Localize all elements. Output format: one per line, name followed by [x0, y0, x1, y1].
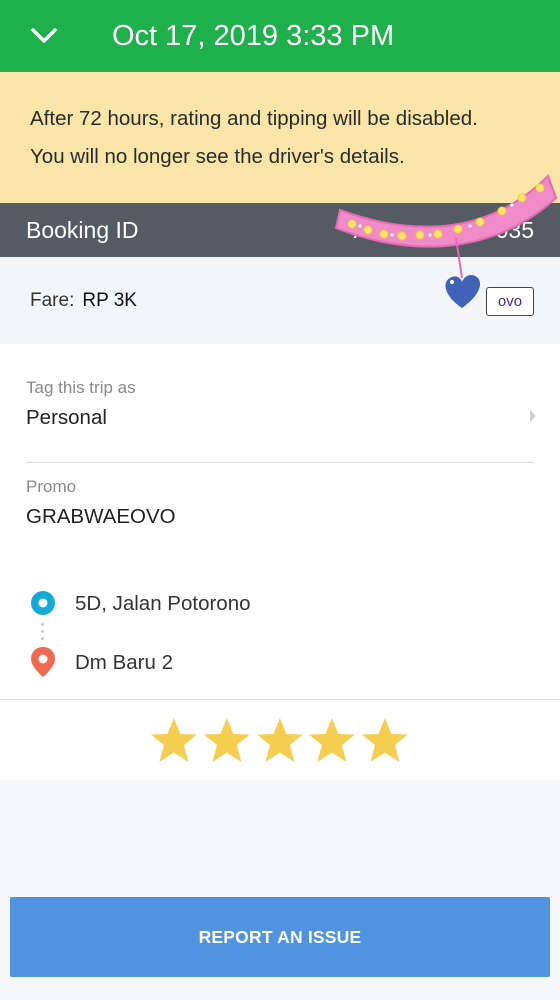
star-icon[interactable]	[306, 715, 358, 767]
notice-line-2: You will no longer see the driver's deta…	[30, 145, 405, 168]
dropoff-pin-icon	[31, 647, 55, 677]
chevron-right-icon	[530, 410, 536, 422]
divider	[26, 462, 534, 463]
fare-row: Fare: RP 3K	[0, 257, 560, 344]
page-title: Oct 17, 2019 3:33 PM	[112, 19, 395, 52]
fare-label: Fare:	[30, 289, 75, 311]
pickup-dot-icon	[31, 591, 55, 615]
collapse-button[interactable]	[0, 0, 88, 72]
rating-notice-banner: After 72 hours, rating and tipping will …	[0, 72, 560, 203]
tag-trip-value: Personal	[26, 406, 107, 429]
booking-id-start: AD	[353, 216, 386, 243]
star-rating[interactable]	[148, 715, 412, 767]
booking-id-bar: Booking ID AD 035	[0, 203, 560, 257]
promo-value: GRABWAEOVO	[26, 505, 176, 528]
star-icon[interactable]	[148, 715, 200, 767]
booking-id-value: AD 035	[354, 217, 534, 244]
star-icon[interactable]	[201, 715, 253, 767]
tag-trip-row[interactable]: Tag this trip as Personal	[0, 344, 560, 462]
chevron-down-icon	[31, 28, 57, 43]
pickup-address: 5D, Jalan Potorono	[75, 592, 251, 615]
star-icon[interactable]	[254, 715, 306, 767]
booking-id-label: Booking ID	[26, 216, 139, 243]
star-icon[interactable]	[359, 715, 411, 767]
ovo-payment-badge: ovo	[486, 287, 534, 316]
booking-id-end: 035	[495, 216, 534, 243]
notice-line-1: After 72 hours, rating and tipping will …	[30, 107, 478, 130]
tag-trip-label: Tag this trip as	[26, 378, 136, 397]
divider	[0, 699, 560, 700]
promo-label: Promo	[26, 477, 77, 496]
dropoff-address: Dm Baru 2	[75, 651, 173, 674]
report-issue-button[interactable]: REPORT AN ISSUE	[10, 897, 550, 977]
top-bar: Oct 17, 2019 3:33 PM	[0, 0, 560, 72]
route-dots	[41, 623, 44, 640]
fare-value: RP 3K	[82, 289, 137, 311]
